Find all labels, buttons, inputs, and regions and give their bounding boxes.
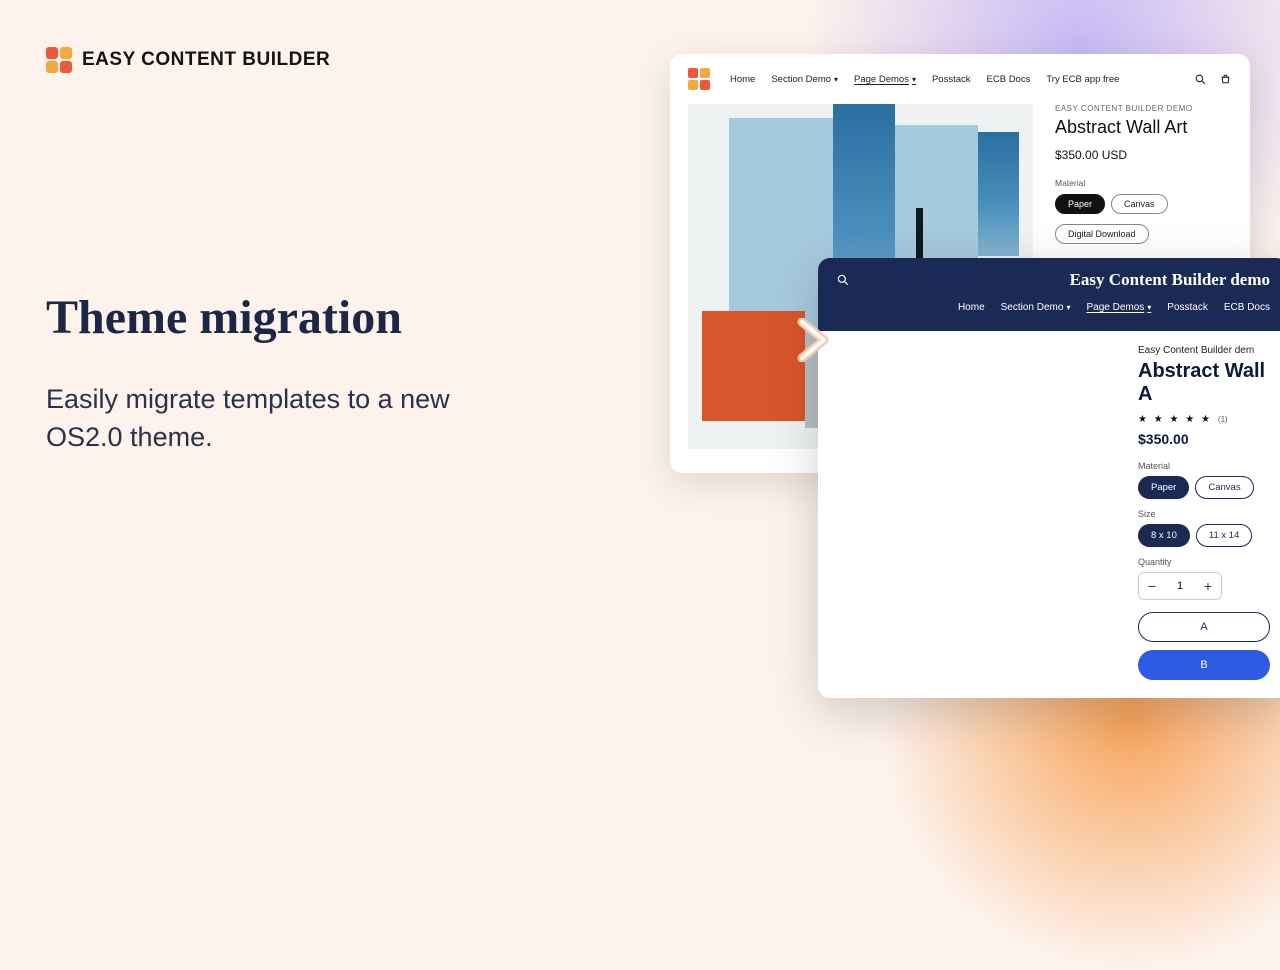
page-title: Theme migration [46,290,526,345]
nav-page-demos[interactable]: Page Demos▾ [1086,302,1151,313]
quantity-value: 1 [1165,580,1195,592]
product-price: $350.00 [1138,431,1270,447]
material-option-paper[interactable]: Paper [1138,476,1189,499]
nav-ecb-docs[interactable]: ECB Docs [1224,302,1270,313]
product-vendor: Easy Content Builder dem [1138,345,1270,356]
rating-count: (1) [1218,415,1228,424]
chevron-down-icon: ▾ [912,75,916,84]
size-option-11x14[interactable]: 11 x 14 [1196,524,1252,547]
product-rating: ★ ★ ★ ★ ★ (1) [1138,414,1270,425]
logo-mark-icon [46,47,72,73]
brand-name: EASY CONTENT BUILDER [82,49,330,71]
quantity-label: Quantity [1138,557,1270,567]
star-icons: ★ ★ ★ ★ ★ [1138,414,1212,425]
material-option-canvas[interactable]: Canvas [1195,476,1253,499]
option-label-material: Material [1138,461,1270,471]
nav-section-demo[interactable]: Section Demo▾ [1001,302,1071,313]
search-icon[interactable] [836,273,850,287]
add-to-cart-button[interactable]: A [1138,612,1270,642]
search-icon[interactable] [1194,73,1207,86]
chevron-down-icon: ▾ [1147,303,1151,312]
brand-logo: EASY CONTENT BUILDER [46,47,330,73]
nav-posstack[interactable]: Posstack [1167,302,1208,313]
nav-home[interactable]: Home [730,74,755,85]
nav-ecb-docs[interactable]: ECB Docs [987,74,1031,85]
material-option-canvas[interactable]: Canvas [1111,194,1168,214]
chevron-down-icon: ▾ [1066,303,1070,312]
material-option-paper[interactable]: Paper [1055,194,1105,214]
option-label-size: Size [1138,509,1270,519]
quantity-decrease-button[interactable]: − [1139,573,1165,599]
option-label-material: Material [1055,178,1232,188]
nav-posstack[interactable]: Posstack [932,74,971,85]
store-title: Easy Content Builder demo [1070,270,1270,290]
nav-home[interactable]: Home [958,302,985,313]
product-price: $350.00 USD [1055,148,1232,162]
buy-now-button[interactable]: B [1138,650,1270,680]
material-option-digital[interactable]: Digital Download [1055,224,1149,244]
cart-icon[interactable] [1219,73,1232,86]
quantity-increase-button[interactable]: + [1195,573,1221,599]
product-title: Abstract Wall A [1138,360,1270,406]
nav-try-app[interactable]: Try ECB app free [1046,74,1119,85]
size-option-8x10[interactable]: 8 x 10 [1138,524,1190,547]
chevron-down-icon: ▾ [834,75,838,84]
logo-mark-icon [688,68,710,90]
product-image [836,345,1116,625]
preview-theme-dark: Easy Content Builder demo Home Section D… [818,258,1280,698]
quantity-stepper[interactable]: − 1 + [1138,572,1222,600]
page-subtitle: Easily migrate templates to a new OS2.0 … [46,381,526,457]
product-title: Abstract Wall Art [1055,117,1232,138]
nav-section-demo[interactable]: Section Demo▾ [771,74,838,85]
nav-page-demos[interactable]: Page Demos▾ [854,74,916,85]
migration-arrow-icon [784,312,840,368]
product-vendor: EASY CONTENT BUILDER DEMO [1055,104,1232,113]
